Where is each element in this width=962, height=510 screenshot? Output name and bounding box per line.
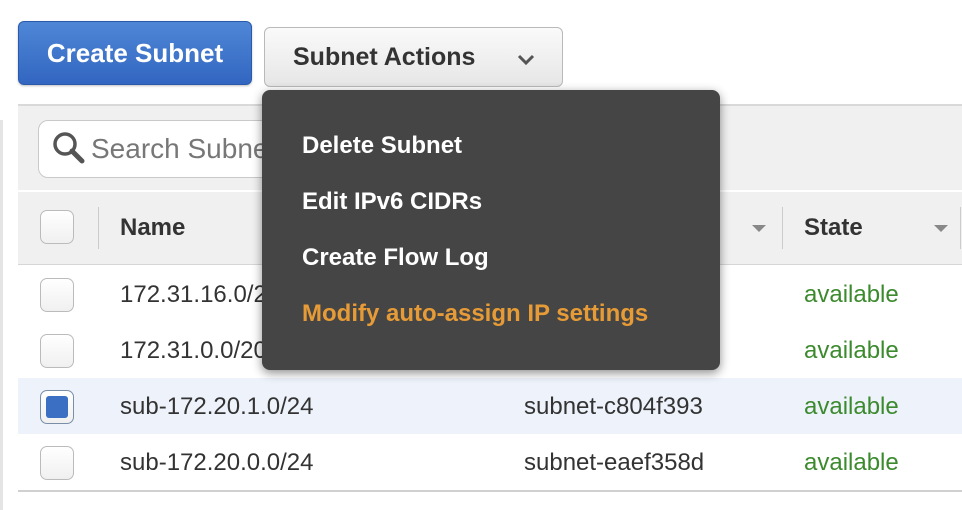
- menu-item-create-flow-log[interactable]: Create Flow Log: [302, 244, 489, 272]
- table-row-selected[interactable]: sub-172.20.1.0/24 subnet-c804f393 availa…: [18, 378, 962, 435]
- sort-arrow-icon[interactable]: [752, 225, 766, 232]
- row-checkbox[interactable]: [40, 446, 74, 480]
- row-checkbox-checked[interactable]: [40, 390, 74, 424]
- select-all-checkbox[interactable]: [40, 210, 74, 244]
- search-icon: [51, 130, 85, 169]
- column-divider: [960, 207, 961, 249]
- sort-arrow-icon[interactable]: [934, 225, 948, 232]
- subnet-name: 172.31.0.0/20: [120, 337, 267, 364]
- subnet-name: 172.31.16.0/20: [120, 281, 281, 308]
- row-checkbox[interactable]: [40, 334, 74, 368]
- subnet-name: sub-172.20.1.0/24: [120, 393, 314, 420]
- column-divider: [98, 207, 99, 249]
- subnet-id: subnet-eaef358d: [524, 449, 705, 476]
- chevron-down-icon: [516, 48, 536, 68]
- create-subnet-button[interactable]: Create Subnet: [18, 21, 252, 85]
- menu-item-modify-auto-assign-ip[interactable]: Modify auto-assign IP settings: [302, 300, 648, 328]
- subnet-actions-label: Subnet Actions: [293, 42, 476, 71]
- subnet-state: available: [804, 281, 899, 308]
- subnet-state: available: [804, 337, 899, 364]
- subnet-state: available: [804, 393, 899, 420]
- column-header-name[interactable]: Name: [120, 214, 185, 242]
- subnet-actions-button[interactable]: Subnet Actions: [264, 27, 563, 87]
- left-panel-edge: [0, 120, 3, 510]
- subnet-state: available: [804, 449, 899, 476]
- subnet-name: sub-172.20.0.0/24: [120, 449, 314, 476]
- row-checkbox[interactable]: [40, 278, 74, 312]
- subnet-id: subnet-c804f393: [524, 393, 703, 420]
- table-bottom-border: [18, 490, 962, 492]
- column-divider: [782, 207, 783, 249]
- subnet-actions-menu: Delete Subnet Edit IPv6 CIDRs Create Flo…: [262, 90, 720, 370]
- table-row[interactable]: sub-172.20.0.0/24 subnet-eaef358d availa…: [18, 434, 962, 491]
- menu-item-edit-ipv6-cidrs[interactable]: Edit IPv6 CIDRs: [302, 188, 482, 216]
- menu-item-delete-subnet[interactable]: Delete Subnet: [302, 132, 462, 160]
- column-header-state[interactable]: State: [804, 214, 863, 242]
